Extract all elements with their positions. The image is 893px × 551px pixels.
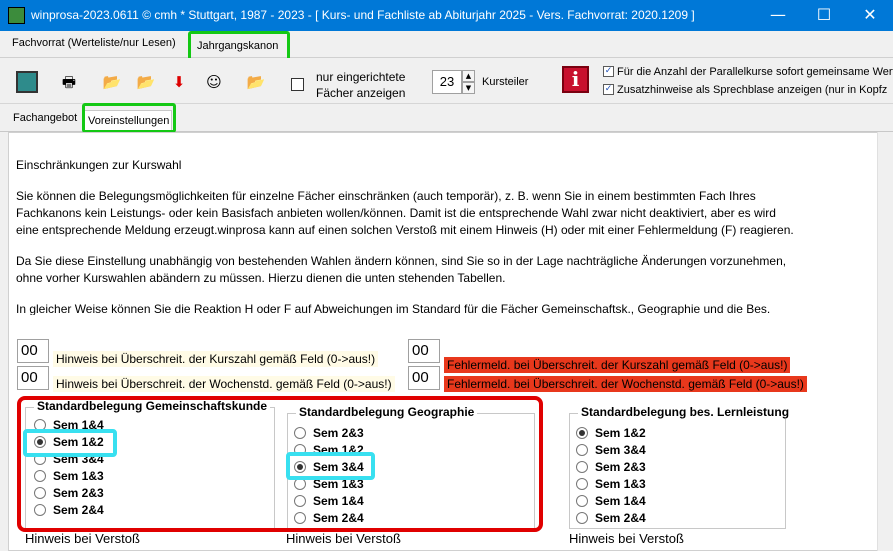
hint-wochenstd-label: Hinweis bei Überschreit. der Wochenstd. …	[53, 376, 395, 392]
radio-checked-icon[interactable]	[576, 427, 588, 439]
color-square-icon[interactable]	[16, 71, 38, 93]
highlight-voreinstellungen	[82, 103, 176, 133]
kursteiler-input[interactable]: 23	[432, 70, 462, 94]
highlight-standard-groups	[17, 396, 543, 532]
radio-option-label: Sem 1&3	[595, 477, 646, 491]
toolbar: 🖶 📂 📂 ⬇ ☺ 📂 nur eingerichtete Fächer anz…	[0, 58, 893, 104]
highlight-selected-sem12	[23, 429, 117, 457]
radio-unchecked-icon[interactable]	[576, 461, 588, 473]
hint-kurszahl-input[interactable]: 00	[17, 339, 49, 363]
paragraph-2-line-2: ohne vorher Kurswahlen abändern zu müsse…	[16, 271, 506, 285]
radio-option-label: Sem 1&4	[595, 494, 646, 508]
check-tooltip-label: Zusatzhinweise als Sprechblase anzeigen …	[617, 84, 888, 96]
group-lernleistung-title: Standardbelegung bes. Lernleistung	[578, 405, 793, 419]
title-bar: winprosa-2023.0611 © cmh * Stuttgart, 19…	[0, 0, 893, 31]
radio-unchecked-icon[interactable]	[576, 512, 588, 524]
download-icon[interactable]: ⬇	[168, 71, 190, 93]
radio-unchecked-icon[interactable]	[576, 495, 588, 507]
radio-option[interactable]: Sem 1&3	[576, 476, 776, 493]
radio-option[interactable]: Sem 3&4	[576, 442, 776, 459]
kursteiler-label: Kursteiler	[482, 76, 529, 88]
paragraph-1-line-2: Fachkanons kein Leistungs- oder kein Bas…	[16, 206, 776, 220]
paragraph-3-line-1: In gleicher Weise können Sie die Reaktio…	[16, 302, 771, 315]
group-lernleistung: Standardbelegung bes. Lernleistung Sem 1…	[569, 405, 793, 529]
paragraph-1-line-1: Sie können die Belegungsmöglichkeiten fü…	[16, 189, 756, 203]
paragraph-1-line-3: eine entsprechende Meldung erzeugt.winpr…	[16, 223, 794, 237]
hint-kurszahl-label: Hinweis bei Überschreit. der Kurszahl ge…	[53, 351, 379, 367]
radio-option-label: Sem 3&4	[595, 443, 646, 457]
radio-option-label: Sem 2&4	[595, 511, 646, 525]
geographie-footer: Hinweis bei Verstoß	[286, 531, 401, 546]
tab-fachvorrat[interactable]: Fachvorrat (Werteliste/nur Lesen)	[12, 37, 176, 49]
radio-unchecked-icon[interactable]	[576, 478, 588, 490]
radio-option-label: Sem 1&2	[595, 426, 646, 440]
radio-unchecked-icon[interactable]	[576, 444, 588, 456]
only-set-subjects-checkbox[interactable]	[291, 78, 304, 91]
tab-fachangebot[interactable]: Fachangebot	[13, 112, 77, 124]
paragraph-2-line-1: Da Sie diese Einstellung unabhängig von …	[16, 254, 787, 268]
radio-option[interactable]: Sem 2&3	[576, 459, 776, 476]
folder-import-icon[interactable]: 📂	[135, 71, 157, 93]
info-icon[interactable]: i	[562, 66, 589, 93]
spinner-down-icon[interactable]: ▼	[462, 82, 475, 94]
error-wochenstd-input[interactable]: 00	[408, 366, 440, 390]
error-kurszahl-input[interactable]: 00	[408, 339, 440, 363]
highlight-selected-sem34	[286, 452, 375, 480]
only-set-subjects-label: nur eingerichtete Fächer anzeigen	[316, 70, 406, 100]
top-tab-row: Fachvorrat (Werteliste/nur Lesen) Jahrga…	[0, 31, 893, 58]
check-parallel-label: Für die Anzahl der Parallelkurse sofort …	[617, 66, 893, 78]
minimize-button[interactable]: —	[755, 0, 801, 31]
window-title: winprosa-2023.0611 © cmh * Stuttgart, 19…	[31, 8, 695, 22]
maximize-button[interactable]: ☐	[801, 0, 847, 31]
folder-info-icon[interactable]: 📂	[245, 71, 267, 93]
check-parallel-icon[interactable]: ✓	[603, 66, 614, 77]
error-kurszahl-label: Fehlermeld. bei Überschreit. der Kurszah…	[444, 357, 791, 373]
gemeinschaftskunde-footer: Hinweis bei Verstoß	[25, 531, 140, 546]
radio-option-label: Sem 2&3	[595, 460, 646, 474]
vertical-scrollbar[interactable]	[877, 132, 893, 551]
highlight-jahrgangskanon	[188, 31, 290, 61]
section-heading: Einschränkungen zur Kurswahl	[16, 158, 182, 172]
error-wochenstd-label: Fehlermeld. bei Überschreit. der Wochens…	[444, 376, 807, 392]
radio-option[interactable]: Sem 2&4	[576, 510, 776, 527]
folder-export-icon[interactable]: 📂	[101, 71, 123, 93]
spinner-up-icon[interactable]: ▲	[462, 70, 475, 82]
printer-icon[interactable]: 🖶	[58, 71, 80, 93]
lernleistung-footer: Hinweis bei Verstoß	[569, 531, 684, 546]
hint-wochenstd-input[interactable]: 00	[17, 366, 49, 390]
app-icon	[8, 7, 25, 24]
check-tooltip-icon[interactable]: ✓	[603, 84, 614, 95]
radio-option[interactable]: Sem 1&2	[576, 425, 776, 442]
close-button[interactable]: ✕	[847, 0, 893, 31]
radio-option[interactable]: Sem 1&4	[576, 493, 776, 510]
users-icon[interactable]: ☺	[203, 71, 225, 93]
